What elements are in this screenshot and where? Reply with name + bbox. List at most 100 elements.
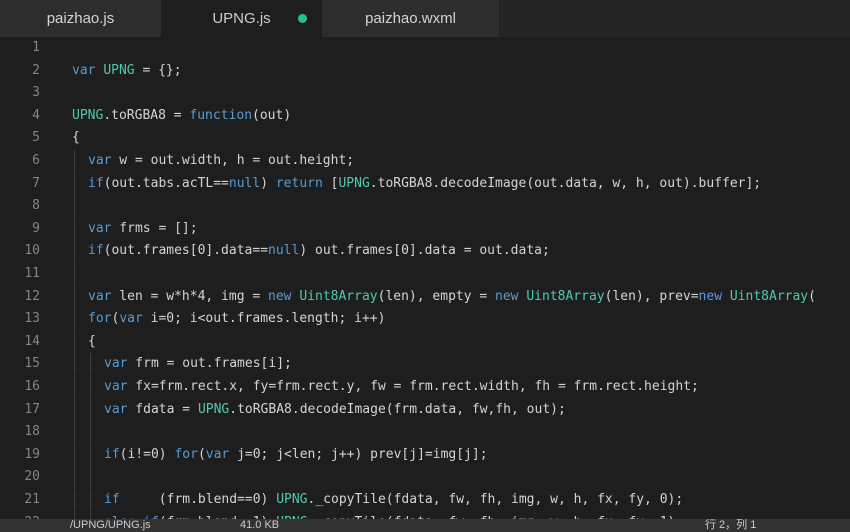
line-code: var frm = out.frames[i]; xyxy=(104,353,292,375)
type-token: UPNG xyxy=(338,175,370,191)
text-token: fdata = xyxy=(127,401,198,417)
line-code: UPNG.toRGBA8 = function(out) xyxy=(72,105,291,127)
line-number: 20 xyxy=(24,469,40,485)
indent-guide xyxy=(74,421,75,444)
keyword-token: if xyxy=(104,492,120,507)
keyword-token: new xyxy=(495,288,519,304)
keyword-token: if xyxy=(88,243,104,259)
keyword-token: var xyxy=(104,356,128,372)
text-token: (out) xyxy=(252,107,292,123)
indent-guide xyxy=(74,217,75,240)
line-code: var w = out.width, h = out.height; xyxy=(88,150,354,172)
code-line: 12 var len = w*h*4, img = new Uint8Array(… xyxy=(0,285,850,308)
code-line: 19 if(i!=0) for(var j=0; j<len; j++) prev… xyxy=(0,443,850,466)
text-token: (frm.blend==0) xyxy=(119,492,277,507)
indent-guide xyxy=(90,489,91,511)
code-line: 20 xyxy=(0,466,850,489)
tab-paizhao-wxml[interactable]: paizhao.wxml xyxy=(322,0,500,37)
type-token: UPNG xyxy=(72,107,104,123)
code-line: 2 var UPNG = {}; xyxy=(0,60,850,82)
code-editor[interactable]: 1 2 var UPNG = {}; 3 4 UPNG.toRGBA8 = functio… xyxy=(0,37,850,519)
code-line: 22 else if(frm.blend==1) UPNG._copyTile(f… xyxy=(0,511,850,519)
tab-label: paizhao.wxml xyxy=(365,10,456,27)
line-code: var len = w*h*4, img = new Uint8Array(le… xyxy=(88,286,816,308)
text-token: j=0; j<len; j++) prev[j]=img[j]; xyxy=(229,446,488,462)
text-token: (len), prev= xyxy=(604,288,699,304)
indent-guide xyxy=(74,376,75,398)
line-code: for(var i=0; i<out.frames.length; i++) xyxy=(88,308,385,330)
line-code: var fx=frm.rect.x, fy=frm.rect.y, fw = f… xyxy=(104,376,699,398)
indent-guide xyxy=(90,466,91,489)
text-token: len = w*h*4, img = xyxy=(111,288,269,304)
unsaved-dot-icon xyxy=(298,14,307,23)
keyword-token: var xyxy=(88,288,112,304)
line-number: 3 xyxy=(32,85,40,101)
indent-guide xyxy=(74,240,75,263)
line-code: if (frm.blend==0) UPNG._copyTile(fdata, … xyxy=(104,489,683,511)
line-number: 14 xyxy=(24,333,40,349)
text-token: ) xyxy=(260,175,276,191)
keyword-token: var xyxy=(119,311,143,327)
text-token: .toRGBA8 = xyxy=(103,107,190,123)
status-file-size: 41.0 KB xyxy=(240,519,280,531)
status-bar: /UPNG/UPNG.js 41.0 KB 行 2，列 1 xyxy=(0,519,850,532)
code-line: 1 xyxy=(0,37,850,59)
code-line: 9 var frms = []; xyxy=(0,217,850,240)
text-token: (out.tabs.acTL== xyxy=(103,175,229,191)
line-number: 9 xyxy=(32,220,40,236)
tab-upng-js[interactable]: UPNG.js xyxy=(162,0,322,37)
line-number: 8 xyxy=(32,198,40,214)
tab-label: paizhao.js xyxy=(46,10,115,27)
code-line: 15 var frm = out.frames[i]; xyxy=(0,353,850,376)
text-token: ( xyxy=(197,446,206,462)
code-line: 21 if (frm.blend==0) UPNG._copyTile(fdata… xyxy=(0,489,850,511)
line-code: { xyxy=(72,127,80,149)
line-number: 4 xyxy=(32,107,40,123)
keyword-token: var xyxy=(205,446,230,462)
indent-guide xyxy=(74,466,75,489)
keyword-token: var xyxy=(72,62,96,78)
keyword-token: function xyxy=(189,107,253,123)
code-line: 11 xyxy=(0,263,850,285)
text-token: [ xyxy=(322,175,339,191)
type-token: UPNG xyxy=(197,401,230,417)
keyword-token: var xyxy=(88,153,112,168)
indent-guide xyxy=(90,353,91,376)
line-number: 19 xyxy=(24,446,40,462)
code-line: 6 var w = out.width, h = out.height; xyxy=(0,150,850,172)
keyword-token: return xyxy=(275,175,323,191)
text-token: (i!=0) xyxy=(119,446,175,462)
code-line: 14 { xyxy=(0,330,850,353)
indent-guide xyxy=(74,353,75,376)
line-code: if(out.frames[0].data==null) out.frames[… xyxy=(88,240,550,262)
line-number: 13 xyxy=(24,311,40,327)
keyword-token: null xyxy=(268,243,300,259)
text-token: = {}; xyxy=(134,62,182,78)
line-code: var frms = []; xyxy=(88,218,198,240)
text-token: { xyxy=(72,130,80,146)
type-token: Uint8Array xyxy=(299,288,378,304)
tab-paizhao-js[interactable]: paizhao.js xyxy=(0,0,162,37)
keyword-token: var xyxy=(88,220,112,236)
line-number: 7 xyxy=(32,175,40,191)
editor-tab-bar: paizhao.js UPNG.js paizhao.wxml xyxy=(0,0,850,38)
status-cursor-position[interactable]: 行 2，列 1 xyxy=(705,519,756,532)
text-token: ._copyTile(fdata, fw, fh, img, w, h, fx,… xyxy=(307,492,684,507)
line-code: { xyxy=(88,331,96,353)
keyword-token: if xyxy=(88,175,104,191)
text-token: .toRGBA8.decodeImage(frm.data, fw,fh, ou… xyxy=(229,401,566,417)
keyword-token: var xyxy=(104,379,128,394)
code-line: 4 UPNG.toRGBA8 = function(out) xyxy=(0,105,850,127)
type-token: UPNG xyxy=(103,62,135,78)
line-code: if(out.tabs.acTL==null) return [UPNG.toR… xyxy=(88,173,761,195)
line-number: 22 xyxy=(0,512,40,519)
text-token: { xyxy=(88,333,96,349)
type-token: UPNG xyxy=(276,492,308,507)
indent-guide xyxy=(74,285,75,308)
indent-guide xyxy=(90,443,91,466)
text-token: ( xyxy=(808,288,816,304)
indent-guide xyxy=(74,150,75,172)
indent-guide xyxy=(90,398,91,421)
type-token: Uint8Array xyxy=(526,288,605,304)
